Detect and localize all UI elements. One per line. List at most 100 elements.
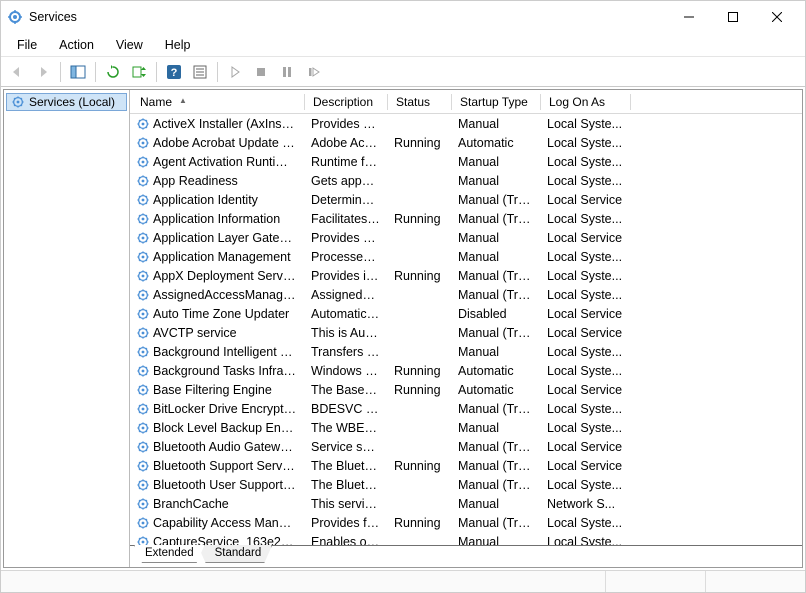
service-row[interactable]: Background Tasks Infrastru...Windows in.… (130, 361, 802, 380)
stop-service-button[interactable] (249, 60, 273, 84)
service-row[interactable]: AssignedAccessManager Se... AssignedAc...… (130, 285, 802, 304)
service-name: App Readiness (153, 174, 238, 188)
titlebar: Services (1, 1, 805, 33)
service-name: Background Intelligent Tran... (153, 345, 297, 359)
service-row[interactable]: Auto Time Zone UpdaterAutomatica...Disab… (130, 304, 802, 323)
service-description: Windows in... (305, 364, 388, 378)
service-logon-as: Local Syste... (541, 212, 631, 226)
service-description: Adobe Acro... (305, 136, 388, 150)
service-status: Running (388, 136, 452, 150)
service-name: BitLocker Drive Encryption ... (153, 402, 297, 416)
service-row[interactable]: BranchCacheThis service ...ManualNetwork… (130, 494, 802, 513)
service-row[interactable]: Application ManagementProcesses in...Man… (130, 247, 802, 266)
gear-icon (136, 516, 150, 530)
service-name: Adobe Acrobat Update Serv... (153, 136, 297, 150)
service-row[interactable]: Bluetooth Audio Gateway S...Service sup.… (130, 437, 802, 456)
service-row[interactable]: AppX Deployment Service (...Provides inf… (130, 266, 802, 285)
back-button[interactable] (5, 60, 29, 84)
sort-asc-icon: ▲ (179, 96, 187, 105)
service-logon-as: Local Service (541, 459, 631, 473)
toolbar: ? (1, 57, 805, 87)
service-startup-type: Manual (Trig... (452, 459, 541, 473)
service-logon-as: Local Syste... (541, 364, 631, 378)
menu-view[interactable]: View (110, 36, 149, 54)
grid-header: Name▲ Description Status Startup Type Lo… (130, 90, 802, 114)
statusbar-segment-1 (605, 571, 705, 592)
gear-icon (136, 231, 150, 245)
column-description[interactable]: Description (305, 91, 388, 113)
service-row[interactable]: ActiveX Installer (AxInstSV)Provides Us.… (130, 114, 802, 133)
export-list-button[interactable] (127, 60, 151, 84)
service-description: The Bluetoo... (305, 478, 388, 492)
service-row[interactable]: Background Intelligent Tran...Transfers … (130, 342, 802, 361)
service-description: AssignedAc... (305, 288, 388, 302)
column-name[interactable]: Name▲ (130, 91, 305, 113)
service-startup-type: Manual (Trig... (452, 326, 541, 340)
menu-file[interactable]: File (11, 36, 43, 54)
service-name: AssignedAccessManager Se... (153, 288, 297, 302)
service-row[interactable]: Block Level Backup Engine ...The WBENG..… (130, 418, 802, 437)
service-row[interactable]: Base Filtering EngineThe Base Fil...Runn… (130, 380, 802, 399)
gear-icon (136, 440, 150, 454)
gear-icon (136, 117, 150, 131)
service-row[interactable]: CaptureService_163e2bf2Enables opti...Ma… (130, 532, 802, 545)
service-description: Facilitates t... (305, 212, 388, 226)
forward-button[interactable] (31, 60, 55, 84)
start-service-button[interactable] (223, 60, 247, 84)
service-description: Provides fac... (305, 516, 388, 530)
service-logon-as: Local Syste... (541, 269, 631, 283)
service-row[interactable]: Application InformationFacilitates t...R… (130, 209, 802, 228)
service-status: Running (388, 269, 452, 283)
show-hide-tree-button[interactable] (66, 60, 90, 84)
help-button[interactable]: ? (162, 60, 186, 84)
refresh-button[interactable] (101, 60, 125, 84)
pause-service-button[interactable] (275, 60, 299, 84)
close-button[interactable] (755, 2, 799, 32)
gear-icon (136, 535, 150, 546)
gear-icon (136, 307, 150, 321)
gear-icon (136, 288, 150, 302)
service-row[interactable]: Bluetooth User Support Ser...The Bluetoo… (130, 475, 802, 494)
service-row[interactable]: AVCTP serviceThis is Audi...Manual (Trig… (130, 323, 802, 342)
service-logon-as: Local Syste... (541, 345, 631, 359)
service-row[interactable]: Application IdentityDetermines ...Manual… (130, 190, 802, 209)
service-row[interactable]: Agent Activation Runtime_...Runtime for.… (130, 152, 802, 171)
gear-icon (136, 136, 150, 150)
service-row[interactable]: Capability Access Manager ...Provides fa… (130, 513, 802, 532)
gear-icon (136, 155, 150, 169)
service-name: Application Management (153, 250, 291, 264)
service-name: Base Filtering Engine (153, 383, 272, 397)
restart-service-button[interactable] (301, 60, 325, 84)
content-area: Services (Local) Name▲ Description Statu… (3, 89, 803, 568)
tree-node-services-local[interactable]: Services (Local) (6, 93, 127, 111)
tree-pane[interactable]: Services (Local) (4, 90, 130, 567)
grid-rows[interactable]: ActiveX Installer (AxInstSV)Provides Us.… (130, 114, 802, 545)
service-row[interactable]: App ReadinessGets apps re...ManualLocal … (130, 171, 802, 190)
gear-icon (136, 364, 150, 378)
gear-icon (136, 402, 150, 416)
column-startup-type[interactable]: Startup Type (452, 91, 541, 113)
service-startup-type: Manual (Trig... (452, 402, 541, 416)
minimize-button[interactable] (667, 2, 711, 32)
maximize-button[interactable] (711, 2, 755, 32)
service-row[interactable]: Adobe Acrobat Update Serv... Adobe Acro..… (130, 133, 802, 152)
services-grid: Name▲ Description Status Startup Type Lo… (130, 90, 802, 545)
service-name: ActiveX Installer (AxInstSV) (153, 117, 297, 131)
menubar: File Action View Help (1, 33, 805, 57)
service-row[interactable]: Application Layer Gateway ...Provides su… (130, 228, 802, 247)
service-name: Bluetooth Audio Gateway S... (153, 440, 297, 454)
column-status[interactable]: Status (388, 91, 452, 113)
menu-action[interactable]: Action (53, 36, 100, 54)
service-logon-as: Local Syste... (541, 155, 631, 169)
service-logon-as: Local Syste... (541, 516, 631, 530)
column-logon-as[interactable]: Log On As (541, 91, 631, 113)
tab-extended[interactable]: Extended (134, 545, 205, 563)
service-row[interactable]: Bluetooth Support ServiceThe Bluetoo...R… (130, 456, 802, 475)
service-row[interactable]: BitLocker Drive Encryption ...BDESVC hos… (130, 399, 802, 418)
service-status: Running (388, 383, 452, 397)
menu-help[interactable]: Help (159, 36, 197, 54)
properties-button[interactable] (188, 60, 212, 84)
gear-icon (136, 250, 150, 264)
service-startup-type: Manual (Trig... (452, 440, 541, 454)
tab-standard[interactable]: Standard (198, 545, 273, 563)
